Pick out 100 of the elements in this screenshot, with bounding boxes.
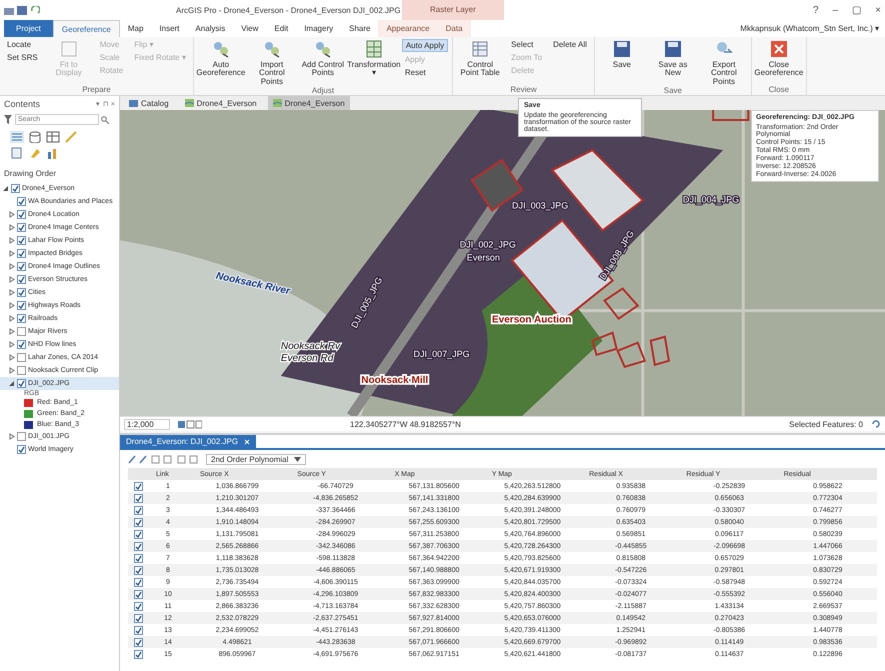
document-tab[interactable]: Drone4_Everson (268, 96, 350, 110)
row-checkbox[interactable] (134, 638, 142, 646)
list-icon[interactable] (10, 131, 24, 143)
expand-arrow-icon[interactable] (8, 211, 15, 218)
expand-arrow-icon[interactable] (8, 289, 15, 296)
expand-arrow-icon[interactable] (8, 328, 15, 335)
ribbon-button[interactable]: Export Control Points (700, 39, 747, 86)
cylinder-icon[interactable] (28, 131, 42, 143)
layer-checkbox[interactable] (17, 249, 26, 258)
catalog-tab[interactable]: Catalog (124, 96, 174, 110)
ribbon-tab[interactable]: Insert (151, 20, 188, 37)
expand-arrow-icon[interactable] (8, 250, 15, 257)
layer-checkbox[interactable] (17, 314, 26, 323)
layer-checkbox[interactable] (17, 262, 26, 271)
ribbon-tab[interactable]: Appearance (378, 20, 438, 37)
ribbon-button[interactable]: Save as New (650, 39, 696, 86)
layer-checkbox[interactable] (17, 379, 26, 388)
layer-checkbox[interactable] (17, 223, 26, 232)
row-checkbox[interactable] (134, 554, 142, 562)
document-tab[interactable]: Drone4_Everson (180, 96, 262, 110)
ribbon-tab[interactable]: Imagery (296, 20, 342, 37)
ribbon-small-button[interactable]: Locate (4, 39, 41, 50)
map-label: DJI_003_JPG (512, 200, 568, 210)
row-checkbox[interactable] (134, 650, 142, 658)
page-icon[interactable] (10, 147, 24, 159)
ribbon-tab[interactable]: Map (120, 20, 152, 37)
row-checkbox[interactable] (134, 494, 142, 502)
expand-arrow-icon[interactable] (8, 276, 15, 283)
ribbon-button[interactable]: Auto Georeference (198, 39, 244, 86)
window-control-button[interactable]: ▢ (852, 4, 862, 16)
ribbon-button[interactable]: Close Georeference (756, 39, 802, 85)
row-checkbox[interactable] (134, 518, 142, 526)
ribbon-button[interactable]: Control Point Table (457, 39, 504, 85)
ribbon-button[interactable]: Import Control Points (248, 39, 295, 86)
row-checkbox[interactable] (134, 506, 142, 514)
window-control-button[interactable]: ? (813, 4, 819, 16)
collapse-arrow-icon[interactable] (2, 185, 9, 192)
ribbon-button[interactable]: Save (598, 39, 645, 86)
catalog-icon (129, 99, 138, 107)
row-checkbox[interactable] (134, 614, 142, 622)
layer-checkbox[interactable] (17, 432, 26, 441)
selected-features-readout[interactable]: Selected Features: 0 (789, 420, 863, 428)
row-checkbox[interactable] (134, 590, 142, 598)
layer-checkbox[interactable] (17, 275, 26, 284)
layer-checkbox[interactable] (17, 301, 26, 310)
ribbon-small-button[interactable]: Select (508, 39, 546, 50)
expand-arrow-icon[interactable] (8, 367, 15, 374)
collapse-arrow-icon[interactable] (8, 380, 15, 387)
ribbon-small-button[interactable]: Reset (402, 67, 448, 78)
ribbon-tab[interactable]: Analysis (187, 20, 234, 37)
ribbon-tab[interactable]: Data (438, 20, 471, 37)
table-tab[interactable]: Drone4_Everson: DJI_002.JPG (120, 435, 256, 448)
layer-checkbox[interactable] (17, 366, 26, 375)
row-checkbox[interactable] (134, 578, 142, 586)
close-icon[interactable] (244, 438, 250, 444)
expand-arrow-icon[interactable] (8, 341, 15, 348)
layer-checkbox[interactable] (17, 197, 26, 206)
layer-checkbox[interactable] (17, 236, 26, 245)
ribbon-small-button[interactable]: Set SRS (4, 52, 41, 63)
ribbon-tab[interactable]: Share (341, 20, 378, 37)
ribbon-small-button[interactable]: Auto Apply (402, 39, 448, 52)
user-account[interactable]: Mkkapnsuk (Whatcom_Stn Sert, Inc.) ▾ (740, 24, 885, 33)
table-tools-icon[interactable] (128, 454, 198, 464)
ribbon-button[interactable]: Add Control Points (300, 39, 346, 86)
ribbon-tab[interactable]: View (233, 20, 266, 37)
layer-checkbox[interactable] (17, 210, 26, 219)
ribbon-tab[interactable]: Project (4, 20, 53, 37)
map-label: DJI_002_JPG (460, 239, 516, 250)
map-tools-icon[interactable] (178, 420, 202, 428)
ribbon-small-button[interactable]: Delete All (550, 39, 590, 50)
layer-checkbox[interactable] (11, 184, 20, 193)
ribbon-tab[interactable]: Georeference (52, 20, 120, 37)
row-checkbox[interactable] (134, 566, 142, 574)
expand-arrow-icon[interactable] (8, 315, 15, 322)
expand-arrow-icon[interactable] (8, 354, 15, 361)
layer-checkbox[interactable] (17, 288, 26, 297)
row-checkbox[interactable] (134, 530, 142, 538)
table-icon[interactable] (46, 131, 60, 143)
refresh-icon[interactable] (871, 419, 881, 429)
row-checkbox[interactable] (134, 482, 142, 490)
undo-icon[interactable] (30, 6, 40, 14)
row-checkbox[interactable] (134, 602, 142, 610)
expand-arrow-icon[interactable] (8, 302, 15, 309)
row-checkbox[interactable] (134, 626, 142, 634)
layer-checkbox[interactable] (17, 445, 26, 454)
window-control-button[interactable]: – (832, 4, 838, 16)
section-heading: Drawing Order (3, 168, 58, 180)
layer-checkbox[interactable] (17, 340, 26, 349)
filter-icon[interactable] (4, 115, 12, 124)
expand-arrow-icon[interactable] (8, 263, 15, 270)
transformation-dropdown[interactable]: 2nd Order Polynomial (206, 454, 306, 464)
expand-arrow-icon[interactable] (8, 237, 15, 244)
window-control-button[interactable]: × (875, 4, 881, 16)
layer-checkbox[interactable] (17, 353, 26, 362)
row-checkbox[interactable] (134, 542, 142, 550)
expand-arrow-icon[interactable] (8, 433, 15, 440)
expand-arrow-icon[interactable] (8, 224, 15, 231)
scale-field[interactable]: 1:2,000 (124, 418, 170, 430)
ribbon-tab[interactable]: Edit (266, 20, 296, 37)
layer-checkbox[interactable] (17, 327, 26, 336)
